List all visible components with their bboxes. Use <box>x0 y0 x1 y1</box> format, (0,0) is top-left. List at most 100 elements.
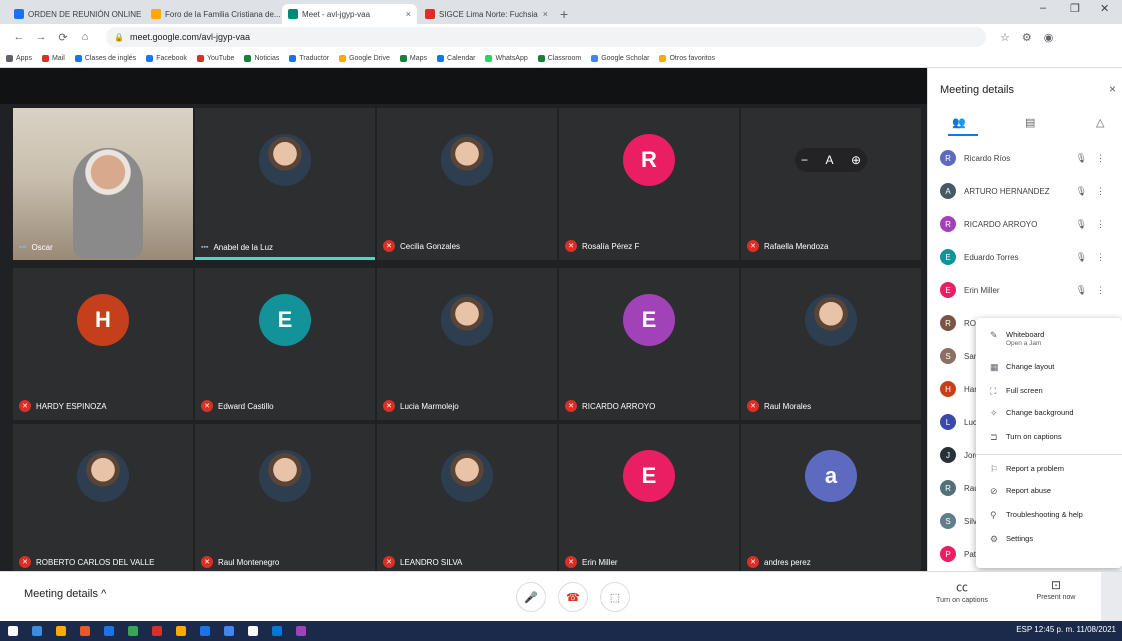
menu-item[interactable]: ⊘ Report abuse <box>990 486 1116 497</box>
participant-tile[interactable]: R ✕ Rosalía Pérez F <box>559 108 739 260</box>
captions-button[interactable]: ㏄ Turn on captions <box>934 578 990 604</box>
bookmark-item[interactable]: Traductor <box>289 55 329 62</box>
url-field[interactable]: 🔒 meet.google.com/avl-jgyp-vaa <box>106 27 986 47</box>
mic-muted-icon[interactable]: 🎙 <box>1076 153 1087 164</box>
bookmark-item[interactable]: Noticias <box>244 55 279 62</box>
participant-tile[interactable]: − A ⊕ ✕ Rafaella Mendoza <box>741 108 921 260</box>
bookmark-item[interactable]: Facebook <box>146 55 187 62</box>
more-vert-icon[interactable]: ⋮ <box>1096 285 1105 296</box>
mic-muted-icon[interactable]: 🎙 <box>1076 285 1087 296</box>
tile-hover-controls[interactable]: − A ⊕ <box>795 148 867 172</box>
browser-tab[interactable]: ORDEN DE REUNIÓN ONLINE | M...× <box>8 4 143 24</box>
participant-tile[interactable]: ✕ Cecilia Gonzales <box>377 108 557 260</box>
participant-list-item[interactable]: A ARTURO HERNANDEZ 🎙 ⋮ <box>940 181 1115 201</box>
tab-close-icon[interactable]: × <box>402 9 411 19</box>
menu-item[interactable]: ▦ Change layout <box>990 362 1116 373</box>
taskbar-app-icon[interactable] <box>248 626 258 636</box>
bookmark-item[interactable]: WhatsApp <box>485 55 528 62</box>
tab-activities[interactable]: △ <box>1096 116 1104 129</box>
participant-tile[interactable]: a ✕ andres perez <box>741 424 921 576</box>
mic-toggle-button[interactable]: 🎤 <box>516 582 546 612</box>
reload-icon[interactable]: ⟳ <box>54 31 72 44</box>
phone-hangup-icon: ☎ <box>566 591 580 604</box>
participant-tile[interactable]: ✕ ROBERTO CARLOS DEL VALLE <box>13 424 193 576</box>
menu-item[interactable]: ⛶ Full screen <box>990 386 1116 397</box>
mic-muted-icon[interactable]: 🎙 <box>1076 252 1087 263</box>
close-panel-icon[interactable]: × <box>1109 82 1116 96</box>
participant-tile[interactable]: ▪▪▪ Anabel de la Luz <box>195 108 375 260</box>
taskbar-app-icon[interactable] <box>104 626 114 636</box>
participant-tile[interactable]: ✕ LEANDRO SILVA <box>377 424 557 576</box>
new-tab-button[interactable]: + <box>560 4 568 24</box>
taskbar-app-icon[interactable] <box>80 626 90 636</box>
present-now-button[interactable]: ⊡ Present now <box>1028 578 1084 601</box>
taskbar-app-icon[interactable] <box>224 626 234 636</box>
profile-icon[interactable]: ◉ <box>1044 31 1054 44</box>
bookmark-item[interactable]: YouTube <box>196 55 234 62</box>
participant-tile[interactable]: ✕ Lucia Marmolejo <box>377 268 557 420</box>
tab-chat[interactable]: ▤ <box>1025 116 1035 129</box>
browser-tab[interactable]: Meet - avl-jgyp-vaa × <box>282 4 417 24</box>
bookmark-item[interactable]: Clases de inglés <box>74 55 136 62</box>
taskbar-app-icon[interactable] <box>128 626 138 636</box>
bookmark-star-icon[interactable]: ☆ <box>1000 31 1010 44</box>
taskbar-app-icon[interactable] <box>200 626 210 636</box>
minus-icon[interactable]: − <box>801 153 808 167</box>
browser-tab[interactable]: Foro de la Familia Cristiana de...× <box>145 4 280 24</box>
browser-tab[interactable]: SIGCE Lima Norte: Fuchsia × <box>419 4 554 24</box>
menu-item[interactable]: ✧ Change background <box>990 408 1116 419</box>
participant-list-item[interactable]: R Ricardo Ríos 🎙 ⋮ <box>940 148 1115 168</box>
bookmark-item[interactable]: Apps <box>6 55 32 62</box>
menu-item[interactable]: ✎ Whiteboard Open a Jam <box>990 330 1116 347</box>
participant-list-item[interactable]: R RICARDO ARROYO 🎙 ⋮ <box>940 214 1115 234</box>
taskbar-app-icon[interactable] <box>8 626 18 636</box>
taskbar-app-icon[interactable] <box>176 626 186 636</box>
bookmark-item[interactable]: Calendar <box>437 55 475 62</box>
tab-people[interactable]: 👥 <box>952 116 966 129</box>
bookmark-item[interactable]: Maps <box>399 55 427 62</box>
participant-list-item[interactable]: E Erin Miller 🎙 ⋮ <box>940 280 1115 300</box>
bookmark-item[interactable]: Otros favoritos <box>659 55 715 62</box>
bookmark-item[interactable]: Mail <box>41 55 65 62</box>
participant-tile[interactable]: ▪▪▪ Oscar <box>13 108 193 260</box>
bookmark-item[interactable]: Google Drive <box>339 55 390 62</box>
forward-icon[interactable]: → <box>32 31 50 43</box>
tab-label: Meet - avl-jgyp-vaa <box>302 9 371 19</box>
menu-item[interactable]: ⚲ Troubleshooting & help <box>990 510 1116 521</box>
home-icon[interactable]: ⌂ <box>76 31 94 43</box>
taskbar-app-icon[interactable] <box>152 626 162 636</box>
mic-muted-icon[interactable]: 🎙 <box>1076 219 1087 230</box>
pin-icon[interactable]: ⊕ <box>851 153 861 167</box>
more-vert-icon[interactable]: ⋮ <box>1096 186 1105 197</box>
more-vert-icon[interactable]: ⋮ <box>1096 153 1105 164</box>
bookmark-item[interactable]: Google Scholar <box>591 55 649 62</box>
more-vert-icon[interactable]: ⋮ <box>1096 219 1105 230</box>
menu-item[interactable]: ⚙ Settings <box>990 534 1116 545</box>
mic-muted-icon[interactable]: 🎙 <box>1076 186 1087 197</box>
meeting-details-button[interactable]: Meeting details ^ <box>24 588 106 600</box>
participant-tile[interactable]: ✕ Raul Montenegro <box>195 424 375 576</box>
taskbar-app-icon[interactable] <box>32 626 42 636</box>
participant-tile[interactable]: H ✕ HARDY ESPINOZA <box>13 268 193 420</box>
minimize-icon[interactable]: – <box>1040 2 1046 14</box>
leave-call-button[interactable]: ☎ <box>558 582 588 612</box>
participant-tile[interactable]: ✕ Raul Morales <box>741 268 921 420</box>
participant-tile[interactable]: E ✕ Erin Miller <box>559 424 739 576</box>
close-window-icon[interactable]: ✕ <box>1100 2 1109 15</box>
participant-list-item[interactable]: E Eduardo Torres 🎙 ⋮ <box>940 247 1115 267</box>
bookmark-item[interactable]: Classroom <box>537 55 581 62</box>
participant-tile[interactable]: E ✕ RICARDO ARROYO <box>559 268 739 420</box>
taskbar-app-icon[interactable] <box>272 626 282 636</box>
camera-toggle-button[interactable]: ⬚ <box>600 582 630 612</box>
taskbar-app-icon[interactable] <box>56 626 66 636</box>
taskbar-app-icon[interactable] <box>296 626 306 636</box>
back-icon[interactable]: ← <box>10 31 28 43</box>
menu-item[interactable]: ⚐ Report a problem <box>990 464 1116 475</box>
participant-tile[interactable]: E ✕ Edward Castillo <box>195 268 375 420</box>
extensions-icon[interactable]: ⚙ <box>1022 31 1032 44</box>
tab-close-icon[interactable]: × <box>539 9 548 19</box>
more-vert-icon[interactable]: ⋮ <box>1096 252 1105 263</box>
more-options-button[interactable] <box>1101 572 1122 622</box>
maximize-icon[interactable]: ❐ <box>1070 2 1080 15</box>
menu-item[interactable]: ⊐ Turn on captions <box>990 432 1116 443</box>
